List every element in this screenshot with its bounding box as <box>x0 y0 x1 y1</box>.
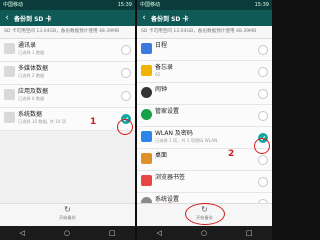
wlan-icon <box>141 131 152 142</box>
carrier-label: 中国移动 <box>140 2 161 8</box>
storage-info: SD 卡可用空间 13.04GB，备份数据预计使用 48.39MB <box>137 26 272 39</box>
list-item-clock[interactable]: 闹钟 <box>137 83 272 105</box>
title-bar: ‹ 备份到 SD 卡 <box>0 10 135 26</box>
android-nav-bar: ◁ ○ □ <box>137 226 272 240</box>
page-title: 备份到 SD 卡 <box>151 15 189 23</box>
storage-info: SD 卡可用空间 13.04GB，备份数据预计使用 48.39MB <box>0 26 135 39</box>
recents-nav-icon[interactable]: □ <box>109 229 116 237</box>
item-name: 闹钟 <box>155 86 168 93</box>
backup-icon: ↻ <box>64 205 71 214</box>
start-backup-button[interactable]: ↻ 开始备份 <box>51 205 85 221</box>
status-bar: 中国移动 15:39 <box>137 0 272 10</box>
annotation-circle <box>254 138 270 154</box>
item-sub: 已选择 1 项，共 1 项密码 WLAN <box>155 138 218 143</box>
list-item-manager-settings[interactable]: 管家设置 <box>137 105 272 127</box>
checkbox[interactable] <box>258 89 268 99</box>
item-sub: 已选择 1 数据 <box>18 50 45 55</box>
bottom-action-bar: ↻ 开始备份 <box>0 203 135 226</box>
checkbox[interactable] <box>258 45 268 55</box>
annotation-circle-button <box>185 203 225 225</box>
checkbox[interactable] <box>258 111 268 121</box>
list-item-notes[interactable]: 备忘录 65 <box>137 61 272 83</box>
checkbox[interactable] <box>121 45 131 55</box>
item-sub: 已选择 2 数据 <box>18 73 45 78</box>
shield-icon <box>141 109 152 120</box>
carrier-label: 中国移动 <box>3 2 24 8</box>
system-icon <box>4 112 15 123</box>
status-bar: 中国移动 15:39 <box>0 0 135 10</box>
item-name: 系统数据 <box>18 111 43 118</box>
desktop-icon <box>141 153 152 164</box>
notes-icon <box>141 65 152 76</box>
page-title: 备份到 SD 卡 <box>14 15 52 23</box>
home-nav-icon[interactable]: ○ <box>201 229 207 237</box>
list-item-bookmarks[interactable]: 浏览器书签 <box>137 171 272 193</box>
back-nav-icon[interactable]: ◁ <box>19 229 24 237</box>
item-name: 通讯录 <box>18 42 37 49</box>
right-phone-screen: 中国移动 15:39 ‹ 备份到 SD 卡 SD 卡可用空间 13.04GB，备… <box>137 0 272 240</box>
item-name: 多媒体数据 <box>18 65 49 72</box>
calendar-icon <box>141 43 152 54</box>
recents-nav-icon[interactable]: □ <box>246 229 253 237</box>
media-icon <box>4 66 15 77</box>
annotation-circle <box>117 119 133 135</box>
list-item-calendar[interactable]: 日程 <box>137 39 272 61</box>
back-arrow-icon[interactable]: ‹ <box>137 10 151 26</box>
list-item-apps[interactable]: 应用及数据 已选择 0 数据 <box>0 85 135 108</box>
list-item-system-data[interactable]: 系统数据 已选择 10 数据, 共 10 项 <box>0 108 135 131</box>
item-name: 桌面 <box>155 152 168 159</box>
checkbox[interactable] <box>258 67 268 77</box>
back-nav-icon[interactable]: ◁ <box>156 229 161 237</box>
title-bar: ‹ 备份到 SD 卡 <box>137 10 272 26</box>
list-item-contacts[interactable]: 通讯录 已选择 1 数据 <box>0 39 135 62</box>
annotation-number-2: 2 <box>228 149 235 159</box>
item-sub: 65 <box>155 72 161 77</box>
left-phone-screen: 中国移动 15:39 ‹ 备份到 SD 卡 SD 卡可用空间 13.04GB，备… <box>0 0 135 240</box>
browser-icon <box>141 175 152 186</box>
list-item-wlan[interactable]: WLAN 及密码 已选择 1 项，共 1 项密码 WLAN <box>137 127 272 149</box>
list-item-media[interactable]: 多媒体数据 已选择 2 数据 <box>0 62 135 85</box>
back-arrow-icon[interactable]: ‹ <box>0 10 14 26</box>
android-nav-bar: ◁ ○ □ <box>0 226 135 240</box>
item-name: 管家设置 <box>155 108 180 115</box>
item-name: 备忘录 <box>155 64 174 71</box>
annotation-number-1: 1 <box>90 117 97 127</box>
item-name: 应用及数据 <box>18 88 49 95</box>
clock-icon <box>141 87 152 98</box>
checkbox[interactable] <box>121 68 131 78</box>
apps-icon <box>4 89 15 100</box>
contacts-icon <box>4 43 15 54</box>
time-label: 15:39 <box>254 2 269 8</box>
item-sub: 已选择 0 数据 <box>18 96 45 101</box>
checkbox[interactable] <box>258 155 268 165</box>
item-name: WLAN 及密码 <box>155 130 193 137</box>
list-item-desktop[interactable]: 桌面 <box>137 149 272 171</box>
item-name: 日程 <box>155 42 168 49</box>
checkbox[interactable] <box>258 177 268 187</box>
item-name: 浏览器书签 <box>155 174 186 181</box>
item-sub: 已选择 10 数据, 共 10 项 <box>18 119 66 124</box>
time-label: 15:39 <box>117 2 132 8</box>
start-backup-label: 开始备份 <box>59 215 76 220</box>
screenshot-root: 中国移动 15:39 ‹ 备份到 SD 卡 SD 卡可用空间 13.04GB，备… <box>0 0 272 240</box>
home-nav-icon[interactable]: ○ <box>64 229 70 237</box>
checkbox[interactable] <box>121 91 131 101</box>
